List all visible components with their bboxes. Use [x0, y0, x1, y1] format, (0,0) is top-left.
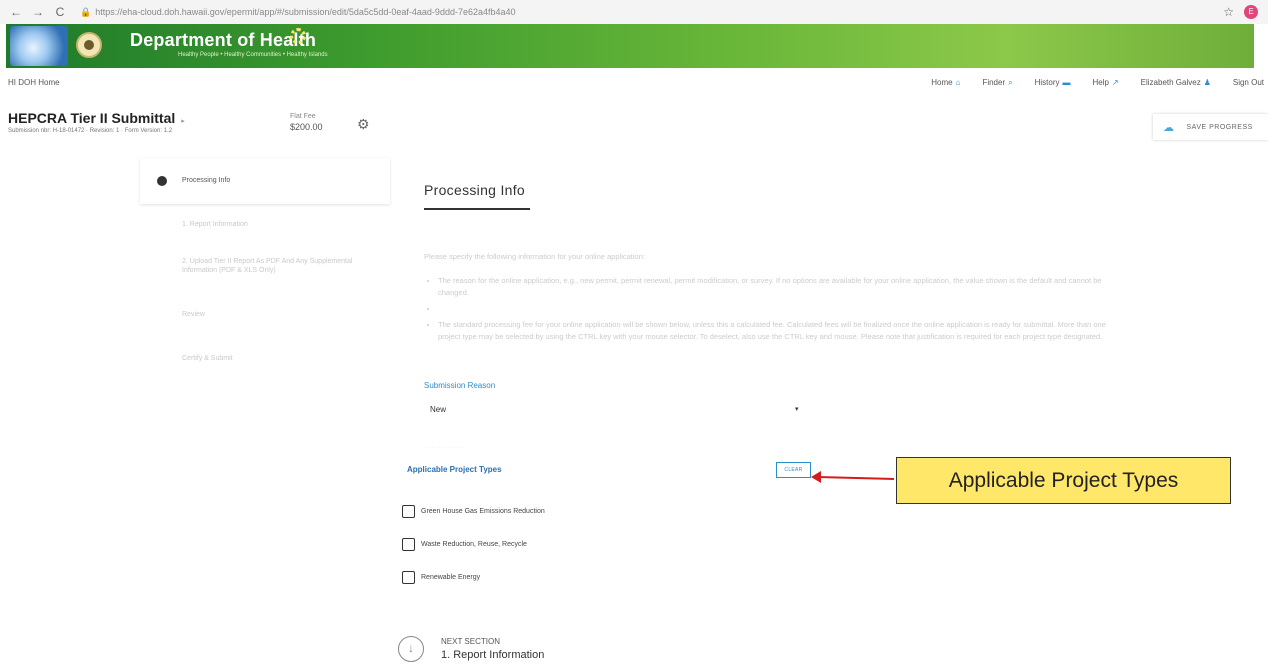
nav-home-label: Home [931, 78, 953, 87]
address-bar[interactable]: https://eha-cloud.doh.hawaii.gov/epermit… [95, 7, 995, 17]
nav-finder-label: Finder [982, 78, 1006, 87]
faint-helper-text: · · · · · · · · · · · · [424, 445, 467, 451]
annotation-arrow-head [811, 471, 821, 483]
checkbox-row-waste[interactable]: Waste Reduction, Reuse, Recycle [402, 538, 527, 551]
reload-icon[interactable]: C [52, 5, 68, 19]
checkbox[interactable] [402, 538, 415, 551]
save-progress-label: SAVE PROGRESS [1186, 123, 1253, 131]
next-section-title[interactable]: 1. Report Information [441, 649, 544, 661]
nav-history-label: History [1034, 78, 1060, 87]
instructions-intro: Please specify the following information… [424, 252, 645, 261]
sidebar-item-processing-info[interactable] [140, 158, 390, 204]
gear-icon[interactable]: ⚙ [357, 116, 370, 133]
sidebar-item-upload-report[interactable]: 2. Upload Tier II Report As PDF And Any … [182, 257, 382, 275]
instructions-list: The reason for the online application, e… [424, 275, 1124, 347]
history-icon: ▬ [1062, 78, 1071, 87]
nav-help[interactable]: Help ↗ [1093, 78, 1119, 88]
save-progress-button[interactable]: ☁ SAVE PROGRESS [1153, 114, 1268, 140]
clear-button[interactable]: CLEAR [776, 462, 811, 478]
doh-home-link[interactable]: HI DOH Home [8, 78, 60, 87]
active-step-dot-icon [157, 176, 167, 186]
search-icon: ⌕ [1008, 78, 1013, 87]
bookmark-star-icon[interactable]: ☆ [1223, 5, 1234, 19]
nav-sign-out[interactable]: Sign Out [1233, 78, 1264, 88]
checkbox-label: Waste Reduction, Reuse, Recycle [421, 541, 527, 548]
home-icon: ⌂ [955, 78, 961, 87]
nav-sign-out-label: Sign Out [1232, 78, 1264, 87]
submission-reason-select[interactable]: New [430, 405, 446, 414]
checkbox-row-ghg[interactable]: Green House Gas Emissions Reduction [402, 505, 545, 518]
browser-toolbar: ← → C 🔒 https://eha-cloud.doh.hawaii.gov… [0, 0, 1268, 24]
checkbox-label: Green House Gas Emissions Reduction [421, 508, 545, 515]
form-title-text: HEPCRA Tier II Submittal [8, 110, 176, 126]
external-link-icon: ↗ [1111, 78, 1119, 87]
top-nav-items: Home ⌂ Finder ⌕ History ▬ Help ↗ Elizabeth G… [931, 78, 1264, 88]
banner-title: Department of Health [130, 30, 317, 50]
nav-user[interactable]: Elizabeth Galvez ♟ [1141, 78, 1211, 88]
chevron-down-icon[interactable]: ▾ [795, 405, 799, 413]
hawaii-globe-logo [10, 26, 68, 66]
top-nav: HI DOH Home Home ⌂ Finder ⌕ History ▬ Help ↗… [0, 68, 1268, 98]
banner-tagline: Healthy People • Healthy Communities • H… [178, 52, 328, 58]
form-title: HEPCRA Tier II Submittal ▸ [8, 110, 185, 126]
sidebar-item-certify-submit[interactable]: Certify & Submit [182, 355, 233, 362]
nav-home[interactable]: Home ⌂ [931, 78, 960, 88]
checkbox[interactable] [402, 505, 415, 518]
nav-help-label: Help [1092, 78, 1109, 87]
next-section-kicker[interactable]: NEXT SECTION [441, 637, 500, 646]
list-item [438, 303, 1124, 315]
annotation-callout: Applicable Project Types [896, 457, 1231, 504]
back-icon[interactable]: ← [8, 5, 24, 19]
section-heading: Processing Info [424, 182, 525, 198]
section-sidebar: Processing Info 1. Report Information 2.… [140, 158, 390, 418]
cloud-icon: ☁ [1163, 121, 1175, 134]
form-meta: Submission nbr: H-18-01472 · Revision: 1… [8, 128, 173, 134]
sidebar-item-review[interactable]: Review [182, 311, 205, 318]
heading-underline [424, 208, 530, 210]
caret-right-icon[interactable]: ▸ [181, 118, 185, 125]
profile-avatar[interactable]: E [1244, 5, 1258, 19]
project-types-label: Applicable Project Types [407, 465, 502, 474]
nav-history[interactable]: History ▬ [1035, 78, 1071, 88]
lock-icon: 🔒 [80, 6, 92, 17]
sidebar-item-label: Processing Info [182, 177, 231, 184]
fee-label: Flat Fee [290, 113, 316, 120]
sidebar-item-report-information[interactable]: 1. Report Information [182, 221, 248, 228]
nav-user-label: Elizabeth Galvez [1140, 78, 1201, 87]
forward-icon[interactable]: → [30, 5, 46, 19]
nav-finder[interactable]: Finder ⌕ [982, 78, 1012, 88]
arrow-down-icon[interactable]: ↓ [398, 636, 424, 662]
list-item: The reason for the online application, e… [438, 275, 1124, 299]
list-item: The standard processing fee for your onl… [438, 319, 1124, 343]
submission-reason-label: Submission Reason [424, 381, 496, 390]
state-seal-icon [76, 32, 102, 58]
checkbox[interactable] [402, 571, 415, 584]
fee-value: $200.00 [290, 122, 323, 132]
doh-banner: Department of Health Healthy People • He… [6, 24, 1254, 68]
checkbox-label: Renewable Energy [421, 574, 481, 581]
user-icon: ♟ [1203, 78, 1211, 87]
checkbox-row-renewable[interactable]: Renewable Energy [402, 571, 480, 584]
flower-icon [290, 28, 306, 44]
annotation-arrow-line [817, 476, 895, 480]
